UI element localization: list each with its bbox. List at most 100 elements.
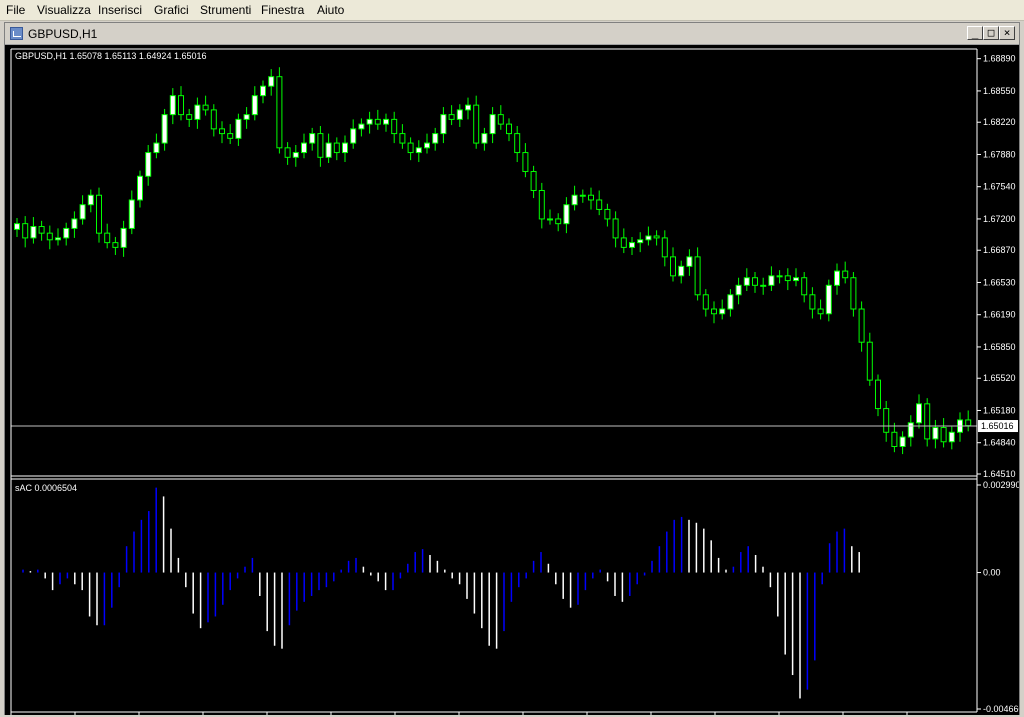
- candle-body: [424, 142, 430, 149]
- candle-body: [899, 436, 906, 448]
- menu-bar: File Visualizza Inserisci Grafici Strume…: [0, 0, 1024, 21]
- candle-body: [727, 294, 734, 310]
- candle-body: [456, 109, 463, 120]
- candle-body: [711, 308, 717, 315]
- candle-body: [169, 95, 176, 116]
- candle-body: [342, 142, 348, 154]
- candle-body: [629, 242, 635, 248]
- chart-info-label: GBPUSD,H1 1.65078 1.65113 1.64924 1.6501…: [15, 51, 206, 61]
- candle-body: [366, 118, 373, 125]
- candle-body: [210, 109, 217, 130]
- price-axis-label: 1.67200: [983, 214, 1016, 224]
- price-axis-label: 1.65520: [983, 373, 1016, 383]
- indicator-info-label: sAC 0.0006504: [15, 483, 77, 493]
- candle-body: [579, 194, 586, 197]
- candle-body: [514, 133, 521, 154]
- candle: [276, 67, 283, 154]
- candle-body: [850, 277, 857, 310]
- price-axis-label: 1.68890: [983, 54, 1016, 64]
- candle-body: [473, 104, 480, 144]
- window-titlebar[interactable]: GBPUSD,H1 _ □ ×: [5, 23, 1019, 45]
- candle-body: [120, 227, 127, 248]
- candle-body: [481, 133, 488, 144]
- price-axis-label: 1.65850: [983, 342, 1016, 352]
- candle-body: [694, 256, 701, 296]
- menu-grafici[interactable]: Grafici: [154, 3, 189, 17]
- candle-body: [940, 427, 947, 443]
- candle-body: [227, 133, 234, 139]
- price-axis-label: 1.67880: [983, 149, 1016, 159]
- indicator-axis-label: 0.00: [983, 568, 1001, 578]
- chart-area[interactable]: 1.65016 1.68890 1.68550 1.68220 1.67880 1.67…: [5, 45, 1019, 715]
- candle-body: [407, 142, 414, 154]
- candle-body: [686, 256, 693, 267]
- candle-body: [948, 431, 955, 443]
- candle-body: [645, 235, 652, 241]
- candle-body: [719, 308, 726, 315]
- candle-body: [161, 114, 168, 144]
- menu-visualizza[interactable]: Visualizza: [37, 3, 91, 17]
- candle-body: [219, 128, 225, 135]
- menu-finestra[interactable]: Finestra: [261, 3, 304, 17]
- candle-body: [440, 114, 447, 135]
- close-button[interactable]: ×: [999, 26, 1015, 40]
- candle-body: [907, 422, 914, 438]
- menu-inserisci[interactable]: Inserisci: [98, 3, 142, 17]
- candle-body: [104, 232, 111, 244]
- candle-body: [604, 208, 611, 220]
- candle-body: [153, 142, 160, 154]
- candle-body: [497, 114, 504, 125]
- current-price-tag-text: 1.65016: [981, 421, 1014, 431]
- candle-body: [38, 226, 45, 234]
- candle-body: [79, 204, 86, 220]
- candle-body: [637, 239, 644, 244]
- candle-body: [251, 95, 258, 116]
- menu-strumenti[interactable]: Strumenti: [200, 3, 251, 17]
- candle-body: [571, 194, 578, 206]
- candle-body: [743, 277, 750, 286]
- candle-body: [538, 189, 545, 220]
- candle-body: [506, 123, 512, 135]
- candle-body: [547, 218, 553, 221]
- candle-body: [612, 218, 619, 239]
- candle-body: [891, 431, 898, 448]
- candle-body: [268, 76, 275, 87]
- chart-window-icon: [10, 27, 23, 40]
- candle-body: [801, 277, 808, 296]
- price-axis-label: 1.64840: [983, 438, 1016, 448]
- candle-body: [776, 275, 783, 278]
- candle-body: [555, 218, 562, 225]
- candle-body: [866, 341, 873, 381]
- candle-body: [137, 175, 143, 201]
- candle-body: [702, 294, 709, 310]
- candle-body: [301, 142, 307, 154]
- candle-body: [391, 118, 398, 135]
- candle-body: [128, 199, 135, 229]
- candle-body: [448, 114, 455, 120]
- candle-body: [932, 427, 939, 440]
- candle-body: [96, 194, 102, 234]
- indicator-axis-label: 0.002990: [983, 480, 1019, 490]
- candle-body: [858, 308, 865, 343]
- candle-body: [661, 237, 668, 258]
- candle-body: [399, 133, 406, 144]
- candle-body: [14, 223, 20, 230]
- candle-body: [793, 277, 799, 282]
- candle-body: [292, 152, 299, 158]
- menu-file[interactable]: File: [6, 3, 25, 17]
- candle-body: [358, 123, 365, 130]
- minimize-button[interactable]: _: [967, 26, 983, 40]
- price-axis-label: 1.66530: [983, 277, 1016, 287]
- candle-body: [530, 171, 537, 191]
- candle-body: [563, 204, 570, 225]
- candle-body: [924, 403, 931, 440]
- candle-body: [374, 118, 381, 125]
- candle-body: [489, 114, 496, 135]
- candle-body: [883, 408, 890, 433]
- restore-button[interactable]: □: [983, 26, 999, 40]
- candle-body: [145, 152, 152, 177]
- candle-body: [63, 227, 70, 239]
- candle-body: [432, 133, 439, 144]
- current-price-tag: 1.65016: [978, 420, 1018, 433]
- menu-aiuto[interactable]: Aiuto: [317, 3, 344, 17]
